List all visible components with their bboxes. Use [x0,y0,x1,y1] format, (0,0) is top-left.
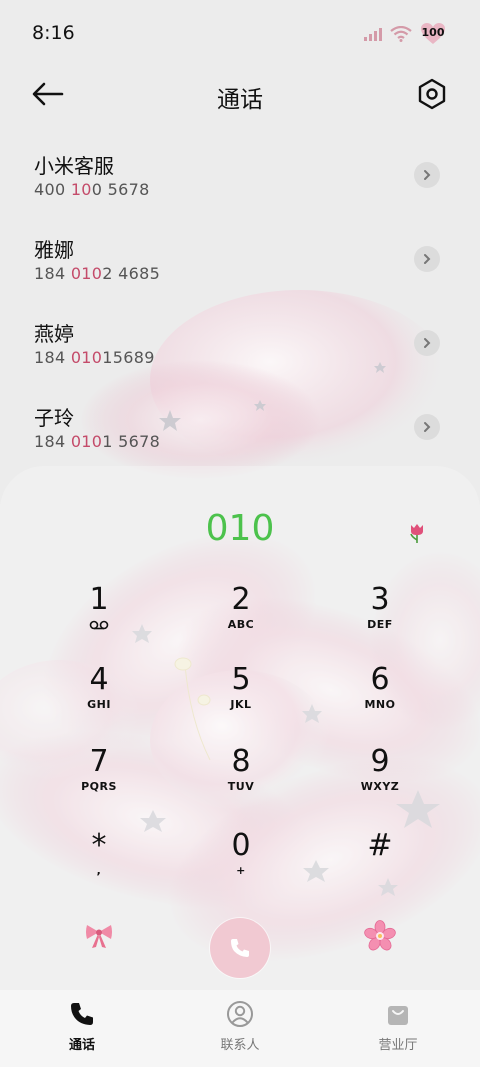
contact-detail-button[interactable] [414,246,440,272]
chevron-right-icon [424,170,431,180]
contact-row[interactable]: 小米客服 400 100 5678 [0,134,480,218]
phone-icon [71,1003,93,1025]
contact-row[interactable]: 雅娜 184 0102 4685 [0,218,480,302]
page-title: 通话 [217,87,263,113]
dial-key-hash[interactable]: # [325,828,435,900]
contact-number: 400 100 5678 [34,180,150,199]
app-bar: 通话 [0,66,480,124]
status-time: 8:16 [32,22,75,44]
contact-name: 燕婷 [34,322,74,346]
contact-row[interactable]: 燕婷 184 01015689 [0,302,480,386]
dial-key-8[interactable]: 8 TUV [186,744,296,816]
chevron-right-icon [424,338,431,348]
chevron-right-icon [424,254,431,264]
contact-name: 雅娜 [34,238,74,262]
ribbon-icon[interactable] [84,922,114,950]
contact-number: 184 0102 4685 [34,264,161,283]
signal-icon [364,28,382,41]
nav-tab-contacts[interactable]: 联系人 [180,1000,300,1053]
contact-number: 184 0101 5678 [34,432,161,451]
contact-name: 子玲 [34,406,74,430]
nav-tab-service-hall[interactable]: 营业厅 [338,1000,458,1053]
chevron-right-icon [424,422,431,432]
settings-button[interactable] [414,76,450,112]
dial-key-2[interactable]: 2 ABC [186,582,296,654]
nav-label: 营业厅 [378,1038,418,1053]
contact-detail-button[interactable] [414,330,440,356]
bag-icon [388,1006,408,1025]
dial-key-9[interactable]: 9 WXYZ [325,744,435,816]
dial-key-6[interactable]: 6 MNO [325,662,435,734]
dial-key-3[interactable]: 3 DEF [325,582,435,654]
wifi-icon [390,26,412,42]
dial-key-5[interactable]: 5 JKL [186,662,296,734]
dial-key-7[interactable]: 7 PQRS [44,744,154,816]
battery-level: 100 [421,26,445,39]
phone-icon [231,939,249,957]
settings-hexagon-icon [418,78,446,110]
contact-row[interactable]: 子玲 184 0101 5678 [0,386,480,470]
contact-icon [227,1001,253,1027]
cherry-blossom-icon[interactable] [364,920,396,952]
tulip-icon [410,524,423,543]
contact-detail-button[interactable] [414,414,440,440]
nav-label: 联系人 [220,1038,260,1053]
contact-suggestion-list: 小米客服 400 100 5678 雅娜 184 0102 4685 燕婷 18… [0,134,480,470]
dial-key-star[interactable]: * , [44,828,154,900]
call-button[interactable] [210,918,270,978]
nav-tab-calls[interactable]: 通话 [22,1000,142,1053]
voicemail-icon [89,620,109,630]
dial-key-1[interactable]: 1 [44,582,154,654]
bottom-navigation: 通话 联系人 营业厅 [0,990,480,1067]
dial-key-4[interactable]: 4 GHI [44,662,154,734]
contact-number: 184 01015689 [34,348,155,367]
dial-key-0[interactable]: 0 + [186,828,296,900]
status-icons: 100 [364,22,446,46]
contact-detail-button[interactable] [414,162,440,188]
status-bar: 8:16 100 [0,0,480,66]
contact-name: 小米客服 [34,154,114,178]
battery-icon: 100 [420,22,446,46]
nav-label: 通话 [68,1038,95,1053]
